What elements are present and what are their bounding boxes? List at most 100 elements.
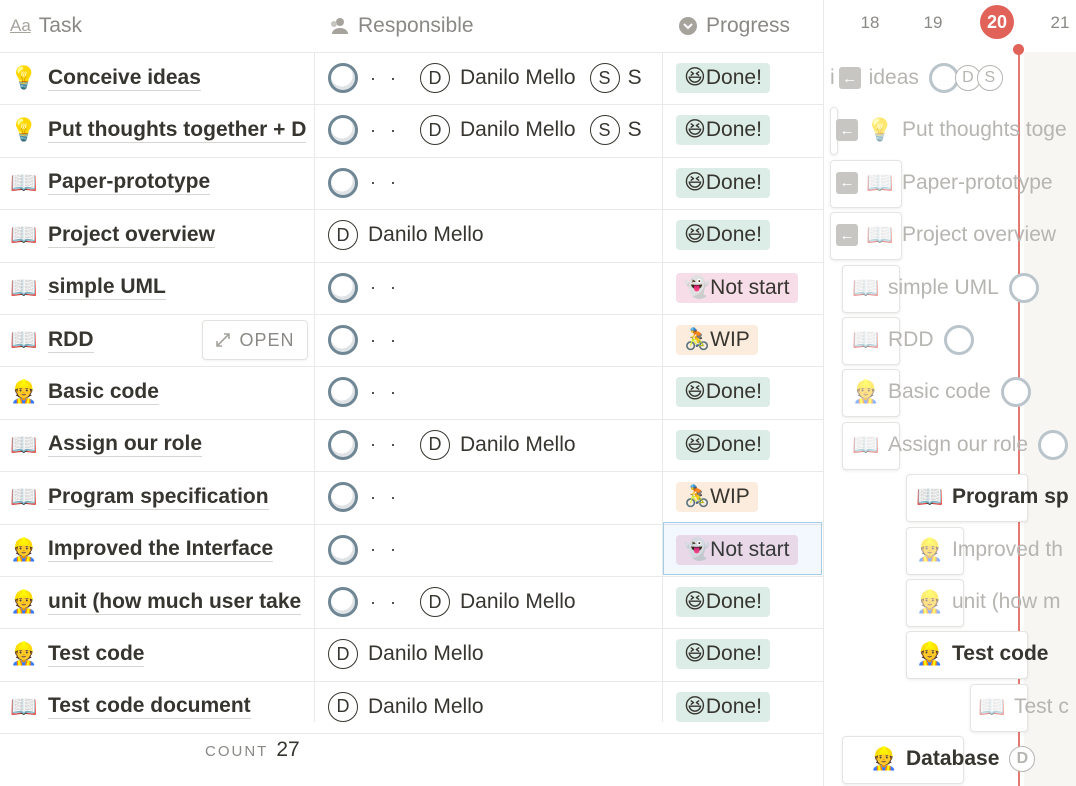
arrow-left-icon[interactable]: ← xyxy=(836,171,858,194)
responsible-cell[interactable]: ·· xyxy=(328,262,660,314)
task-cell[interactable]: 📖 Project overview xyxy=(10,209,314,261)
responsible-cell[interactable]: ·· xyxy=(328,314,660,366)
timeline-item[interactable]: 📖 Program sp xyxy=(916,471,1068,523)
task-cell[interactable]: 💡 Put thoughts together + D xyxy=(10,104,314,156)
task-title[interactable]: Project overview xyxy=(48,223,215,248)
timeline-item[interactable]: 📖 RDD xyxy=(852,314,974,366)
timeline-item[interactable]: 👷 Improved th xyxy=(916,524,1063,576)
responsible-cell[interactable]: ·· D Danilo Mello xyxy=(328,419,660,471)
responsible-cell[interactable]: D Danilo Mello xyxy=(328,209,660,261)
responsible-cell[interactable]: D Danilo Mello xyxy=(328,628,660,680)
timeline-item-title: Project overview xyxy=(902,223,1057,247)
table-row[interactable]: 📖 Paper-prototype ·· 😆Done! xyxy=(0,157,823,209)
timeline-item[interactable]: ← 📖 Project overview xyxy=(836,209,1056,261)
task-cell[interactable]: 👷 Improved the Interface xyxy=(10,524,314,576)
task-title[interactable]: Test code xyxy=(48,642,145,667)
timeline-item[interactable]: i ← ideas D S xyxy=(830,52,1003,104)
table-row[interactable]: 👷 Test code D Danilo Mello 😆Done! xyxy=(0,628,823,680)
task-title[interactable]: Paper-prototype xyxy=(48,170,211,196)
progress-cell[interactable]: 😆Done! xyxy=(676,209,770,261)
progress-cell[interactable]: 😆Done! xyxy=(676,628,770,680)
arrow-left-icon[interactable]: ← xyxy=(836,224,858,247)
table-row[interactable]: 📖 Program specification ·· 🚴WIP xyxy=(0,471,823,523)
task-title[interactable]: Conceive ideas xyxy=(48,66,201,91)
timeline-item[interactable]: ← 💡 Put thoughts toge xyxy=(836,104,1067,156)
column-header-label: Responsible xyxy=(358,14,474,37)
table-row[interactable]: 📖 Test code document D Danilo Mello 😆Done! xyxy=(0,681,823,733)
open-button[interactable]: OPEN xyxy=(202,320,308,360)
progress-cell[interactable]: 🚴WIP xyxy=(676,314,758,366)
person-name: Danilo Mello xyxy=(460,590,576,613)
responsible-cell[interactable]: ·· D Danilo Mello xyxy=(328,576,660,628)
arrow-left-icon[interactable]: ← xyxy=(836,119,858,142)
task-title[interactable]: Test code document xyxy=(48,694,251,720)
task-cell[interactable]: 📖 Assign our role xyxy=(10,419,314,471)
progress-cell[interactable]: 😆Done! xyxy=(676,681,770,733)
timeline-item[interactable]: 👷 Database D xyxy=(870,733,1036,785)
book-icon: 📖 xyxy=(916,484,944,510)
task-cell[interactable]: 📖 Paper-prototype xyxy=(10,157,314,209)
task-title[interactable]: RDD xyxy=(48,328,94,353)
task-cell[interactable]: 👷 unit (how much user take xyxy=(10,576,314,628)
responsible-cell[interactable]: ·· D Danilo Mello S S xyxy=(328,52,660,104)
avatar: D xyxy=(420,429,450,460)
task-cell[interactable]: 👷 Basic code xyxy=(10,366,314,418)
column-header-progress[interactable]: Progress xyxy=(678,0,818,52)
column-header-label: Progress xyxy=(706,14,791,37)
column-header-responsible[interactable]: Responsible xyxy=(328,0,658,52)
timeline-today-marker: 20 xyxy=(980,5,1014,39)
task-cell[interactable]: 📖 Test code document xyxy=(10,681,314,733)
progress-cell[interactable]: 😆Done! xyxy=(676,104,770,156)
timeline-item-title: RDD xyxy=(888,328,934,351)
timeline-item[interactable]: 📖 Test c xyxy=(978,681,1069,733)
task-cell[interactable]: 👷 Test code xyxy=(10,628,314,680)
table-row[interactable]: 💡 Put thoughts together + D ·· D Danilo Mell… xyxy=(0,104,823,156)
progress-cell[interactable]: 😆Done! xyxy=(676,52,770,104)
table-row[interactable]: 📖 simple UML ·· 👻Not start xyxy=(0,262,823,314)
responsible-cell[interactable]: ·· xyxy=(328,471,660,523)
responsible-cell[interactable]: ·· xyxy=(328,366,660,418)
book-icon: 📖 xyxy=(866,169,894,195)
task-title[interactable]: Put thoughts together + D xyxy=(48,118,307,143)
footer-count[interactable]: COUNT 27 xyxy=(205,738,300,762)
task-cell[interactable]: 💡 Conceive ideas xyxy=(10,52,314,104)
book-icon: 📖 xyxy=(10,431,38,457)
avatar: D xyxy=(420,587,450,617)
progress-cell[interactable]: 😆Done! xyxy=(676,157,770,209)
responsible-cell[interactable]: D Danilo Mello xyxy=(328,681,660,733)
responsible-cell[interactable]: ·· xyxy=(328,157,660,209)
timeline-item[interactable]: 📖 simple UML xyxy=(852,262,1039,314)
task-cell[interactable]: 📖 simple UML xyxy=(10,262,314,314)
task-title[interactable]: Improved the Interface xyxy=(48,537,274,563)
table-row[interactable]: 💡 Conceive ideas ·· D Danilo Mello S S 😆Done! xyxy=(0,52,823,104)
task-title[interactable]: simple UML xyxy=(48,275,166,301)
timeline-item[interactable]: 👷 unit (how m xyxy=(916,576,1060,628)
table-row[interactable]: 📖 Assign our role ·· D Danilo Mello 😆Done! xyxy=(0,419,823,471)
timeline-item[interactable]: 📖 Assign our role xyxy=(852,419,1069,471)
expand-icon xyxy=(216,333,231,347)
more-avatars-icon: ·· xyxy=(370,172,410,193)
table-row[interactable]: 👷 unit (how much user take ·· D Danilo Mello… xyxy=(0,576,823,628)
responsible-cell[interactable]: ·· xyxy=(328,524,660,576)
progress-cell[interactable]: 😆Done! xyxy=(676,576,770,628)
column-header-task[interactable]: Aa Task xyxy=(10,0,310,52)
progress-cell[interactable]: 😆Done! xyxy=(676,419,770,471)
task-title[interactable]: Program specification xyxy=(48,485,269,510)
table-row[interactable]: 👷 Basic code ·· 😆Done! xyxy=(0,366,823,418)
task-title[interactable]: Basic code xyxy=(48,380,159,405)
timeline-day: 21 xyxy=(1050,13,1070,32)
table-row[interactable]: 📖 RDD ·· 🚴WIP xyxy=(0,314,823,366)
avatar: D xyxy=(420,63,450,93)
task-cell[interactable]: 📖 Program specification xyxy=(10,471,314,523)
timeline-item[interactable]: 👷 Test code xyxy=(916,628,1048,680)
timeline-item[interactable]: 👷 Basic code xyxy=(852,366,1031,418)
table-row[interactable]: 📖 Project overview D Danilo Mello 😆Done! xyxy=(0,209,823,261)
task-title[interactable]: unit (how much user take xyxy=(48,590,302,615)
timeline-item[interactable]: ← 📖 Paper-prototype xyxy=(836,157,1053,209)
task-title[interactable]: Assign our role xyxy=(48,432,203,458)
progress-cell[interactable]: 👻Not start xyxy=(676,262,798,314)
progress-cell[interactable]: 🚴WIP xyxy=(676,471,758,523)
responsible-cell[interactable]: ·· D Danilo Mello S S xyxy=(328,104,660,156)
arrow-left-icon[interactable]: ← xyxy=(838,67,861,89)
progress-cell[interactable]: 😆Done! xyxy=(676,366,770,418)
